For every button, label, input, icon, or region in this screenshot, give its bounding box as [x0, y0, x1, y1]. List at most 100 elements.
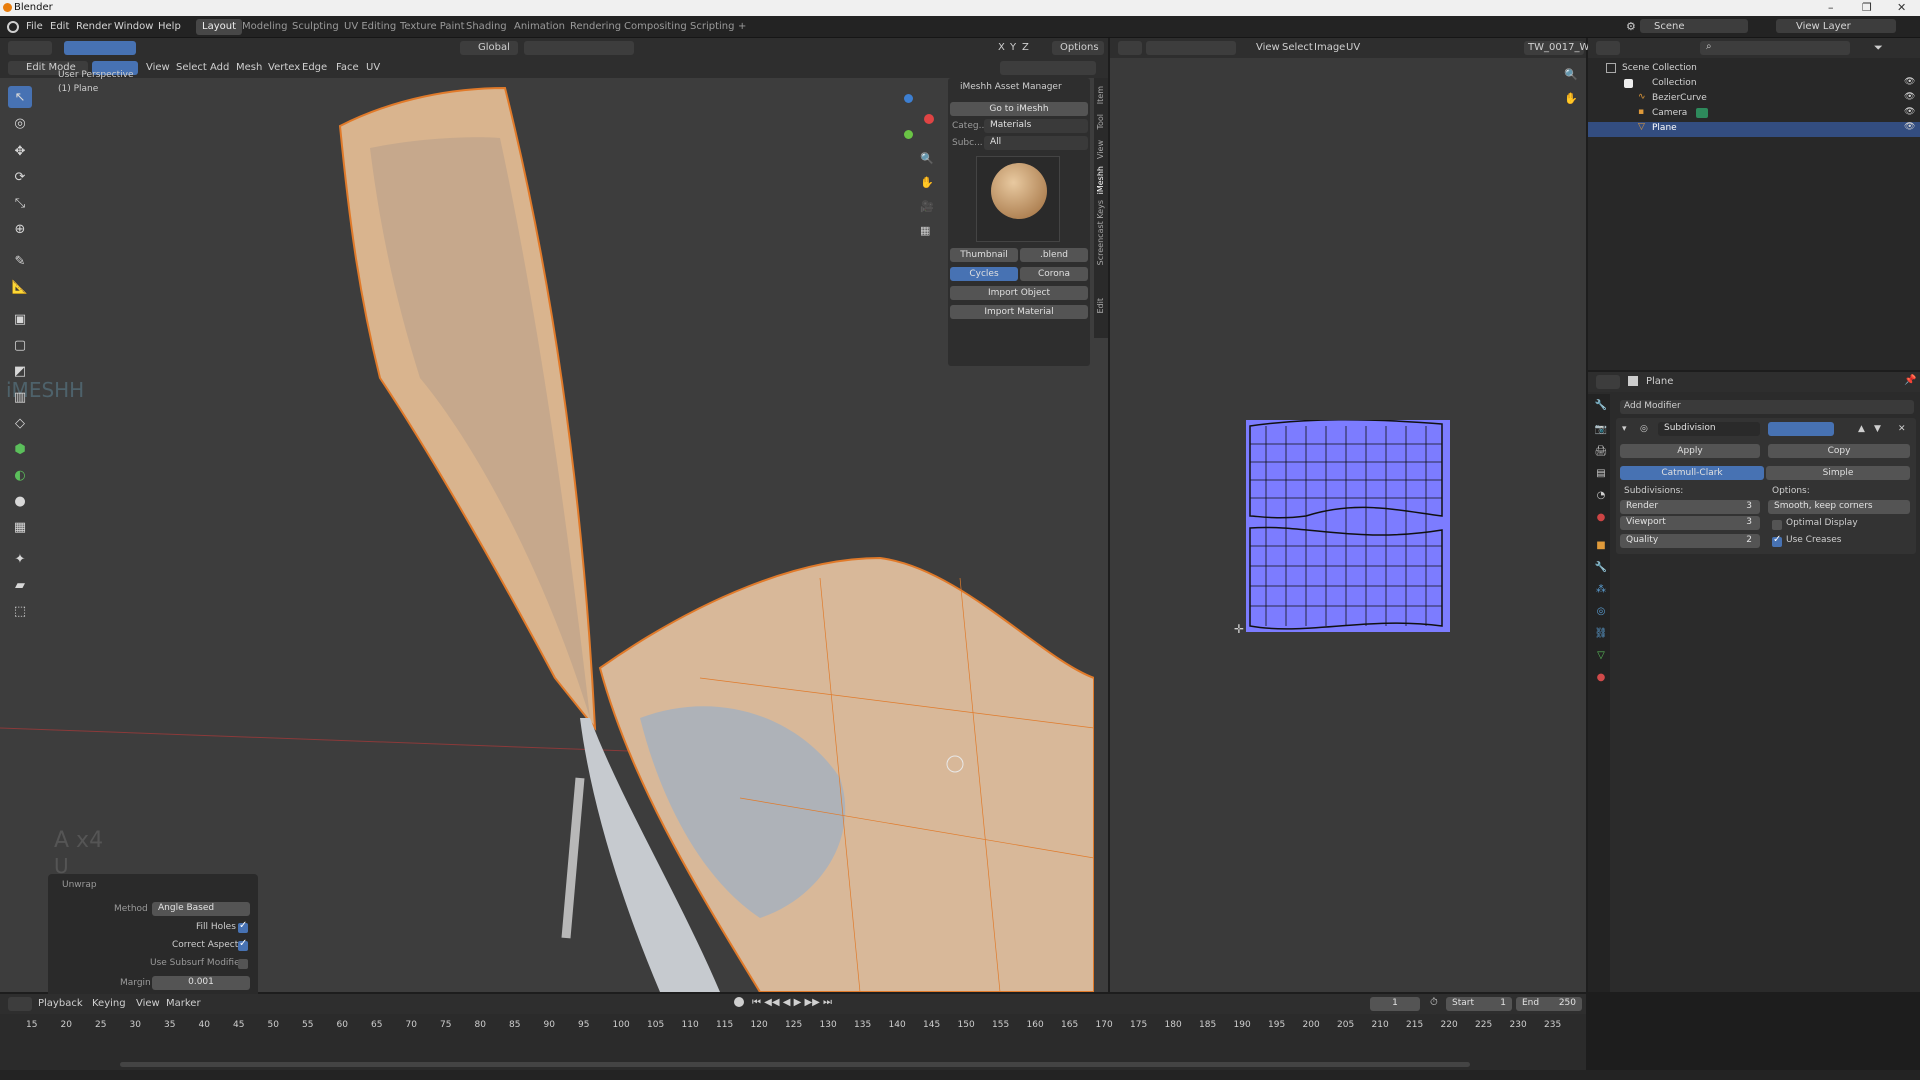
quality-field[interactable]: Quality 2	[1620, 534, 1760, 548]
timeline-menu-marker[interactable]: Marker	[166, 998, 201, 1009]
loop-cut-tool-icon[interactable]: ▥	[8, 386, 32, 408]
category-dropdown[interactable]: Materials	[984, 119, 1088, 133]
start-frame-field[interactable]: Start 1	[1446, 997, 1512, 1011]
edge-slide-tool-icon[interactable]: ▦	[8, 516, 32, 538]
tab-shading[interactable]: Shading	[460, 19, 513, 35]
menu-edit[interactable]: Edit	[50, 21, 69, 32]
unwrap-panel-title[interactable]: Unwrap	[62, 880, 97, 890]
axis-y-toggle[interactable]: Y	[1010, 42, 1016, 53]
shear-tool-icon[interactable]: ▰	[8, 574, 32, 596]
rip-tool-icon[interactable]: ⬚	[8, 600, 32, 622]
uv-menu-select[interactable]: Select	[1282, 42, 1313, 53]
properties-type-icon[interactable]	[1596, 375, 1620, 389]
knife-tool-icon[interactable]: ◇	[8, 412, 32, 434]
uv-editor-area[interactable]: View Select Image UV TW_0017_Woo 🔍 ✋ ✛	[1110, 38, 1601, 992]
viewport-menu-select[interactable]: Select	[176, 62, 207, 73]
viewport-menu-uv[interactable]: UV	[366, 62, 380, 73]
catmull-clark-toggle[interactable]: Catmull-Clark	[1620, 466, 1764, 480]
sidebar-tab-tool[interactable]: Tool	[1096, 114, 1105, 130]
apply-button[interactable]: Apply	[1620, 444, 1760, 458]
outliner-item-collection[interactable]: Collection 👁	[1588, 77, 1920, 92]
blend-button[interactable]: .blend	[1020, 248, 1088, 262]
timeline-area[interactable]: Playback Keying View Marker ⏮ ◀◀ ◀ ▶ ▶▶ …	[0, 994, 1586, 1070]
use-creases-checkbox[interactable]	[1772, 534, 1782, 547]
record-icon[interactable]	[734, 997, 744, 1007]
rotate-tool-icon[interactable]: ⟳	[8, 166, 32, 188]
sidebar-tab-screencast-keys[interactable]: Screencast Keys	[1096, 200, 1105, 265]
constraints-properties-icon[interactable]: ⛓	[1594, 628, 1608, 642]
thumbnail-button[interactable]: Thumbnail	[950, 248, 1018, 262]
axis-x-toggle[interactable]: X	[998, 42, 1005, 53]
subcategory-dropdown[interactable]: All	[984, 136, 1088, 150]
camera-view-icon[interactable]: 🎥	[920, 200, 934, 213]
filter-icon[interactable]: ⏷	[1874, 41, 1883, 55]
world-properties-icon[interactable]: ●	[1594, 512, 1608, 526]
collection-checkbox-icon[interactable]	[1624, 79, 1633, 88]
annotate-tool-icon[interactable]: ✎	[8, 250, 32, 272]
viewport-levels-field[interactable]: Viewport 3	[1620, 516, 1760, 530]
timeline-type-icon[interactable]	[8, 997, 32, 1011]
uv-map-canvas[interactable]	[1246, 420, 1450, 632]
add-workspace-button[interactable]: +	[732, 19, 752, 35]
axis-z-toggle[interactable]: Z	[1022, 42, 1029, 53]
menu-help[interactable]: Help	[158, 21, 181, 32]
tab-sculpting[interactable]: Sculpting	[286, 19, 345, 35]
import-material-button[interactable]: Import Material	[950, 305, 1088, 319]
viewport-menu-vertex[interactable]: Vertex	[268, 62, 300, 73]
menu-render[interactable]: Render	[76, 21, 112, 32]
view-layer-properties-icon[interactable]: ▤	[1594, 468, 1608, 482]
viewport-menu-view[interactable]: View	[146, 62, 170, 73]
remove-modifier-icon[interactable]: ✕	[1898, 424, 1906, 434]
cursor-tool-icon[interactable]: ◎	[8, 112, 32, 134]
outliner-item-plane[interactable]: ▽ Plane 👁	[1588, 122, 1920, 137]
material-thumbnail[interactable]	[976, 156, 1060, 242]
timeline-scrollbar[interactable]	[120, 1062, 1470, 1067]
close-button[interactable]: ✕	[1897, 1, 1906, 14]
outliner-search-input[interactable]	[1700, 41, 1850, 55]
correct-aspect-checkbox[interactable]	[238, 938, 248, 951]
corona-toggle[interactable]: Corona	[1020, 267, 1088, 281]
uv-select-mode-buttons[interactable]	[1146, 41, 1236, 55]
outliner-item-beziercurve[interactable]: ∿ BezierCurve 👁	[1588, 92, 1920, 107]
smooth-tool-icon[interactable]: ●	[8, 490, 32, 512]
navigation-gizmo[interactable]	[876, 90, 940, 154]
3d-model-canvas[interactable]	[0, 78, 1094, 992]
tool-selector[interactable]	[8, 41, 52, 55]
material-properties-icon[interactable]: ●	[1594, 672, 1608, 686]
timeline-menu-view[interactable]: View	[136, 998, 160, 1009]
uv-menu-uv[interactable]: UV	[1346, 42, 1360, 53]
gizmo-z-icon[interactable]	[904, 94, 913, 103]
tab-uv-editing[interactable]: UV Editing	[338, 19, 402, 35]
move-up-icon[interactable]: ▲	[1858, 424, 1865, 434]
shrink-fatten-tool-icon[interactable]: ✦	[8, 548, 32, 570]
outliner-item-camera[interactable]: ▪ Camera 👁	[1588, 107, 1920, 122]
scene-collection-label[interactable]: Scene Collection	[1622, 63, 1697, 73]
collection-visibility-icon[interactable]: 👁	[1904, 77, 1915, 87]
add-modifier-dropdown[interactable]: Add Modifier	[1620, 400, 1914, 414]
uv-editor-type-icon[interactable]	[1118, 41, 1142, 55]
sidebar-tab-item[interactable]: Item	[1096, 86, 1105, 104]
current-frame-field[interactable]: 1	[1370, 997, 1420, 1011]
uv-menu-view[interactable]: View	[1256, 42, 1280, 53]
timeline-menu-keying[interactable]: Keying	[92, 998, 126, 1009]
transform-tool-icon[interactable]: ⊕	[8, 218, 32, 240]
copy-button[interactable]: Copy	[1768, 444, 1910, 458]
data-properties-icon[interactable]: ▽	[1594, 650, 1608, 664]
gizmo-x-icon[interactable]	[924, 114, 934, 124]
move-tool-icon[interactable]: ✥	[8, 140, 32, 162]
tab-modeling[interactable]: Modeling	[236, 19, 294, 35]
gizmo-y-icon[interactable]	[904, 130, 913, 139]
tool-properties-icon[interactable]: 🔧	[1594, 400, 1608, 414]
import-object-button[interactable]: Import Object	[950, 286, 1088, 300]
ortho-grid-icon[interactable]: ▦	[920, 224, 930, 237]
asset-manager-title[interactable]: iMeshh Asset Manager	[960, 82, 1062, 92]
use-subsurf-checkbox[interactable]	[238, 959, 248, 969]
playback-controls[interactable]: ⏮ ◀◀ ◀ ▶ ▶▶ ⏭	[752, 997, 832, 1008]
particles-properties-icon[interactable]: ⁂	[1594, 584, 1608, 598]
pivot-snap-buttons[interactable]	[524, 41, 634, 55]
timeline-menu-playback[interactable]: Playback	[38, 998, 83, 1009]
menu-file[interactable]: File	[26, 21, 43, 32]
outliner-type-icon[interactable]	[1596, 41, 1620, 55]
selection-mode-buttons[interactable]	[64, 41, 136, 55]
end-frame-field[interactable]: End 250	[1516, 997, 1582, 1011]
